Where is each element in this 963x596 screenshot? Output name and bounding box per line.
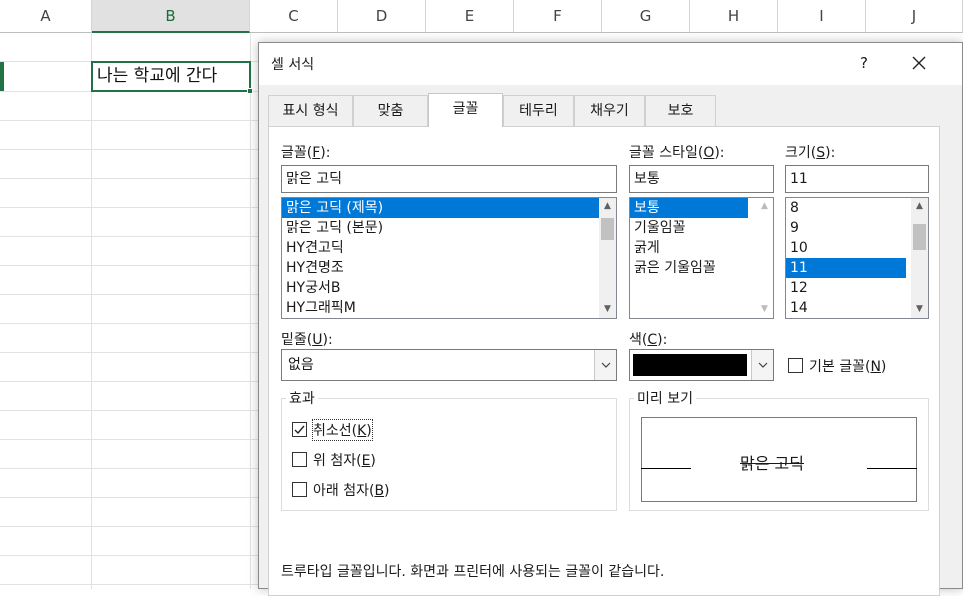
font-style-listbox[interactable]: 보통 기울임꼴 굵게 굵은 기울임꼴 ▲ ▼ xyxy=(629,197,774,319)
chevron-down-icon xyxy=(758,362,767,368)
font-label: 글꼴(F): xyxy=(281,145,331,161)
font-style-item[interactable]: 기울임꼴 xyxy=(630,218,773,238)
underline-label: 밑줄(U): xyxy=(281,332,333,348)
font-size-item[interactable]: 14 xyxy=(786,298,928,318)
checkmark-icon xyxy=(294,425,305,435)
tab-border[interactable]: 테두리 xyxy=(503,95,574,126)
scroll-up-icon[interactable]: ▲ xyxy=(599,198,616,215)
scroll-thumb[interactable] xyxy=(601,218,614,240)
column-header-f[interactable]: F xyxy=(514,0,602,33)
color-label: 색(C): xyxy=(629,332,668,348)
dialog-title: 셀 서식 xyxy=(271,57,315,73)
size-label: 크기(S): xyxy=(785,145,836,161)
superscript-checkbox[interactable] xyxy=(292,452,307,467)
close-button[interactable] xyxy=(899,47,939,79)
font-list-item[interactable]: HY그래픽M xyxy=(282,298,616,318)
font-size-input[interactable]: 11 xyxy=(785,165,929,193)
tab-number[interactable]: 표시 형식 xyxy=(268,95,353,126)
column-header-h[interactable]: H xyxy=(690,0,778,33)
gridline xyxy=(250,33,251,589)
fill-handle[interactable] xyxy=(247,88,253,94)
font-style-item[interactable]: 굵게 xyxy=(630,238,773,258)
font-size-item[interactable]: 12 xyxy=(786,278,928,298)
scroll-up-icon[interactable]: ▲ xyxy=(911,198,928,215)
tab-alignment[interactable]: 맞춤 xyxy=(353,95,428,126)
column-header-g[interactable]: G xyxy=(602,0,690,33)
column-header-b[interactable]: B xyxy=(92,0,250,33)
chevron-down-icon[interactable] xyxy=(751,350,773,380)
close-icon xyxy=(912,56,926,70)
scroll-down-icon[interactable]: ▼ xyxy=(911,301,928,318)
chevron-down-icon xyxy=(601,362,610,368)
scroll-thumb[interactable] xyxy=(913,224,926,250)
preview-text: 맑은 고딕 xyxy=(740,454,804,473)
font-size-scrollbar[interactable]: ▲ ▼ xyxy=(911,198,928,318)
normal-font-checkbox[interactable] xyxy=(788,358,803,373)
font-style-input[interactable]: 보통 xyxy=(629,165,774,193)
strikethrough-label[interactable]: 취소선(K) xyxy=(312,419,373,441)
subscript-checkbox[interactable] xyxy=(292,482,307,497)
font-style-label: 글꼴 스타일(O): xyxy=(629,145,725,161)
normal-font-label[interactable]: 기본 글꼴(N) xyxy=(809,356,886,376)
font-style-item[interactable]: 굵은 기울임꼴 xyxy=(630,258,773,278)
font-list-scrollbar[interactable]: ▲ ▼ xyxy=(599,198,616,318)
active-row-indicator xyxy=(0,62,4,91)
superscript-label[interactable]: 위 첨자(E) xyxy=(313,450,376,470)
scroll-up-icon[interactable]: ▲ xyxy=(756,198,773,215)
preview-group-title: 미리 보기 xyxy=(634,388,696,408)
font-list-item[interactable]: HY견고딕 xyxy=(282,238,616,258)
column-header-a[interactable]: A xyxy=(0,0,92,33)
color-swatch xyxy=(633,354,747,376)
scroll-down-icon[interactable]: ▼ xyxy=(599,301,616,318)
font-list-item[interactable]: HY견명조 xyxy=(282,258,616,278)
scroll-down-icon[interactable]: ▼ xyxy=(756,301,773,318)
font-description: 트루타입 글꼴입니다. 화면과 프린터에 사용되는 글꼴이 같습니다. xyxy=(281,564,665,580)
font-list-item[interactable]: 맑은 고딕 (본문) xyxy=(282,218,616,238)
font-style-item[interactable]: 보통 xyxy=(630,198,748,218)
gridline xyxy=(91,33,92,589)
tab-protection[interactable]: 보호 xyxy=(645,95,716,126)
active-cell-b2[interactable]: 나는 학교에 간다 xyxy=(91,61,251,92)
chevron-down-icon[interactable] xyxy=(594,350,616,380)
column-header-j[interactable]: J xyxy=(866,0,963,33)
font-size-item[interactable]: 9 xyxy=(786,218,928,238)
column-header-c[interactable]: C xyxy=(250,0,338,33)
column-header-d[interactable]: D xyxy=(338,0,426,33)
font-name-input[interactable]: 맑은 고딕 xyxy=(281,165,617,193)
dialog-titlebar[interactable]: 셀 서식 ? xyxy=(259,43,962,85)
color-picker[interactable] xyxy=(629,349,774,381)
font-size-item[interactable]: 11 xyxy=(786,258,906,278)
underline-value: 없음 xyxy=(288,357,314,373)
font-style-scrollbar[interactable]: ▲ ▼ xyxy=(756,198,773,318)
subscript-label[interactable]: 아래 첨자(B) xyxy=(313,480,390,500)
font-listbox[interactable]: 맑은 고딕 (제목) 맑은 고딕 (본문) HY견고딕 HY견명조 HY궁서B … xyxy=(281,197,617,319)
strikethrough-checkbox[interactable] xyxy=(292,422,307,437)
column-header-i[interactable]: I xyxy=(778,0,866,33)
tab-font[interactable]: 글꼴 xyxy=(428,93,503,127)
preview-area: 맑은 고딕 xyxy=(641,417,917,502)
font-list-item[interactable]: HY궁서B xyxy=(282,278,616,298)
help-button[interactable]: ? xyxy=(851,49,877,77)
tab-fill[interactable]: 채우기 xyxy=(574,95,645,126)
preview-baseline-right xyxy=(867,468,917,469)
font-size-item[interactable]: 8 xyxy=(786,198,928,218)
font-size-item[interactable]: 10 xyxy=(786,238,928,258)
font-tab-panel: 글꼴(F): 맑은 고딕 맑은 고딕 (제목) 맑은 고딕 (본문) HY견고딕… xyxy=(268,126,940,596)
preview-baseline-left xyxy=(641,468,691,469)
underline-select[interactable]: 없음 xyxy=(281,349,617,381)
font-size-listbox[interactable]: 8 9 10 11 12 14 ▲ ▼ xyxy=(785,197,929,319)
column-header-e[interactable]: E xyxy=(426,0,514,33)
effects-group-title: 효과 xyxy=(286,388,318,408)
format-cells-dialog: 셀 서식 ? 표시 형식 맞춤 글꼴 테두리 채우기 보호 글꼴(F): 맑은 … xyxy=(258,42,963,596)
font-list-item[interactable]: 맑은 고딕 (제목) xyxy=(282,198,616,218)
